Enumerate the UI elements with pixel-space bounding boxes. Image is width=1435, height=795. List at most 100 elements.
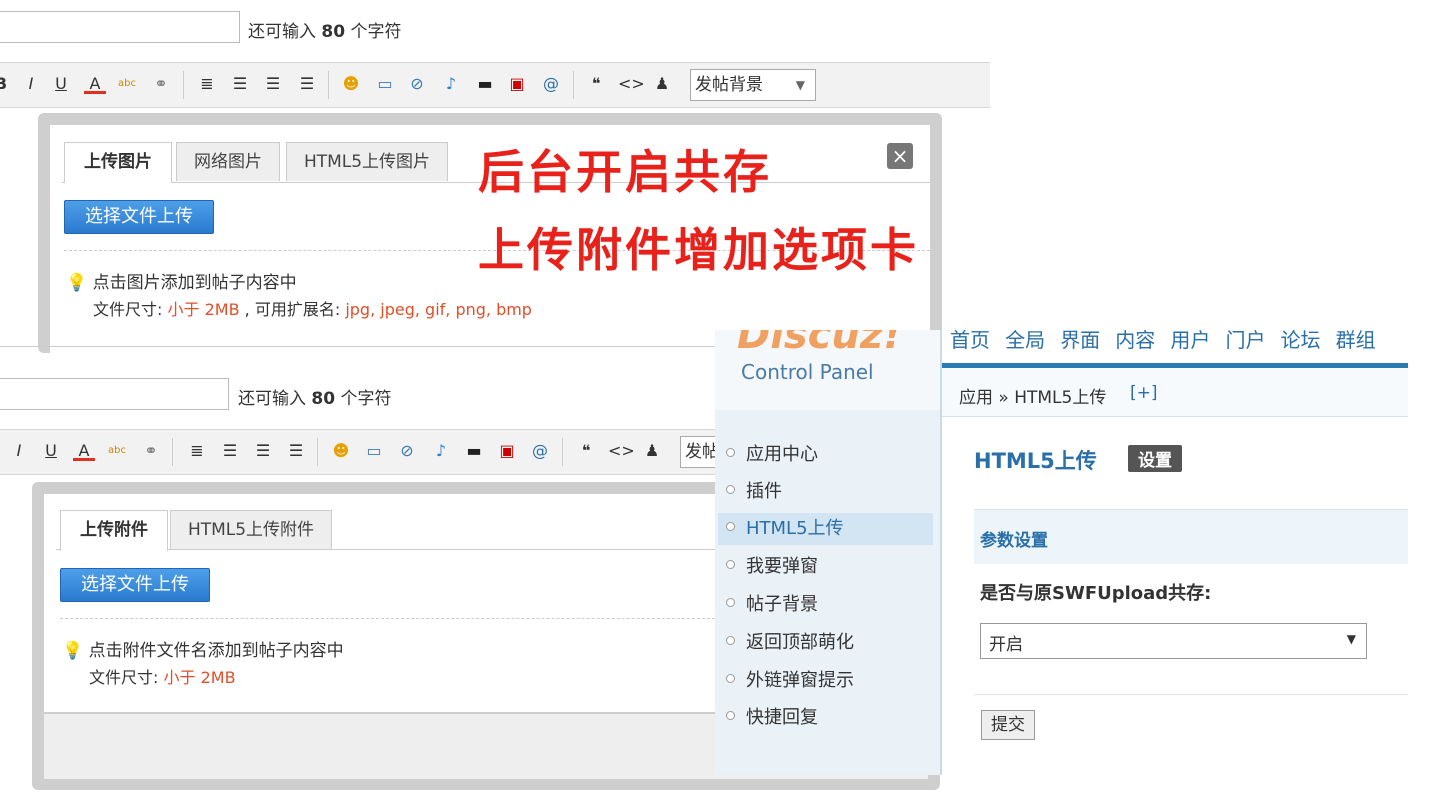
sidebar-item-html5-upload[interactable]: HTML5上传 [718,513,933,545]
music-icon[interactable]: ♪ [430,440,452,462]
control-panel-subtitle: Control Panel [741,360,874,384]
underline-button[interactable]: U [50,73,72,95]
breadcrumb: 应用 » HTML5上传 [+] [942,368,1408,417]
file-size-info: 文件尺寸: 小于 2MB , 可用扩展名: jpg, jpeg, gif, pn… [93,300,532,319]
submit-button[interactable]: 提交 [981,710,1035,740]
attach-icon[interactable]: ⊘ [396,440,418,462]
sidebar-item-quick-reply[interactable]: 快捷回复 [718,702,933,734]
lightbulb-icon: 💡 [66,273,88,293]
spell-icon[interactable]: abc [106,440,128,462]
nav-portal[interactable]: 门户 [1225,330,1265,352]
smiley-icon[interactable]: ☻ [330,440,352,462]
section-header: 参数设置 [974,509,1408,564]
align-justify-icon[interactable]: ≣ [196,73,218,95]
italic-button[interactable]: I [20,73,42,95]
align-right-icon[interactable]: ☰ [285,440,307,462]
tab-html5-upload-image[interactable]: HTML5上传图片 [286,142,448,181]
align-left-icon[interactable]: ☰ [229,73,251,95]
tab-html5-upload-attachment[interactable]: HTML5上传附件 [170,510,332,549]
video-icon[interactable]: ▬ [463,440,485,462]
nav-groups[interactable]: 群组 [1336,330,1376,352]
video-icon[interactable]: ▬ [474,73,496,95]
at-icon[interactable]: @ [529,440,551,462]
section-divider [0,346,715,347]
nav-users[interactable]: 用户 [1170,330,1210,352]
flash-icon[interactable]: ▣ [496,440,518,462]
nav-interface[interactable]: 界面 [1060,330,1100,352]
qq-icon[interactable]: ♟ [641,440,663,462]
sidebar-item-external-link-popup[interactable]: 外链弹窗提示 [718,665,933,697]
sidebar-item-back-to-top[interactable]: 返回顶部萌化 [718,627,933,659]
nav-content[interactable]: 内容 [1115,330,1155,352]
music-icon[interactable]: ♪ [440,73,462,95]
discuz-logo: Discuz! [737,330,902,358]
field-label: 是否与原SWFUpload共存: [980,583,1212,604]
smiley-icon[interactable]: ☻ [340,73,362,95]
align-center-icon[interactable]: ☰ [252,440,274,462]
spell-icon[interactable]: abc [116,73,138,95]
font-color-button[interactable]: A [73,440,95,461]
subject-input[interactable] [0,11,240,43]
underline-button[interactable]: U [40,440,62,462]
sidebar-item-plugins[interactable]: 插件 [718,476,933,508]
at-icon[interactable]: @ [540,73,562,95]
qq-icon[interactable]: ♟ [651,73,673,95]
page-title: HTML5上传 [974,449,1097,473]
toolbar-separator [573,71,574,99]
code-icon[interactable]: <> [618,73,645,95]
coexist-select[interactable]: 开启 ▼ [980,623,1367,659]
tab-upload-image[interactable]: 上传图片 [64,142,172,183]
select-file-upload-button[interactable]: 选择文件上传 [60,568,210,602]
char-count-hint: 还可输入 80 个字符 [248,22,402,42]
bullet-icon [726,560,735,569]
bold-button[interactable]: B [0,73,12,95]
quote-icon[interactable]: ❝ [575,440,597,462]
link-icon[interactable]: ⚭ [140,440,162,462]
chevron-down-icon: ▼ [1346,632,1356,646]
subject-input[interactable] [0,378,229,410]
align-center-icon[interactable]: ☰ [262,73,284,95]
sidebar-item-popup[interactable]: 我要弹窗 [718,551,933,583]
link-icon[interactable]: ⚭ [150,73,172,95]
tab-web-image[interactable]: 网络图片 [176,142,280,181]
nav-home[interactable]: 首页 [950,330,990,352]
image-icon[interactable]: ▭ [363,440,385,462]
toolbar-separator [562,438,563,466]
upload-tip: 💡 点击附件文件名添加到帖子内容中 [62,641,344,661]
image-icon[interactable]: ▭ [374,73,396,95]
breadcrumb-add-link[interactable]: [+] [1130,383,1158,403]
bullet-icon [726,448,735,457]
nav-global[interactable]: 全局 [1005,330,1045,352]
bullet-icon [726,711,735,720]
bullet-icon [726,598,735,607]
editor-toolbar: B I U A abc ⚭ ≣ ☰ ☰ ☰ ☻ ▭ ⊘ ♪ ▬ ▣ @ ❝ <>… [0,62,990,108]
bullet-icon [726,522,735,531]
flash-icon[interactable]: ▣ [506,73,528,95]
sidebar-item-app-center[interactable]: 应用中心 [718,439,933,471]
align-right-icon[interactable]: ☰ [296,73,318,95]
upload-tip: 💡 点击图片添加到帖子内容中 [66,273,297,293]
post-background-select[interactable]: 发帖背景 ▼ [690,69,816,101]
attach-icon[interactable]: ⊘ [406,73,428,95]
bullet-icon [726,485,735,494]
annotation-line1: 后台开启共存 [478,145,772,199]
divider [974,694,1408,695]
settings-badge[interactable]: 设置 [1128,445,1182,472]
tab-upload-attachment[interactable]: 上传附件 [60,510,168,551]
close-icon[interactable]: × [887,143,913,169]
font-color-button[interactable]: A [84,73,106,94]
admin-top-nav: 首页 全局 界面 内容 用户 门户 论坛 群组 [942,330,1408,366]
quote-icon[interactable]: ❝ [585,73,607,95]
bullet-icon [726,674,735,683]
nav-forum[interactable]: 论坛 [1281,330,1321,352]
admin-logo-area: Discuz! Control Panel [715,330,941,410]
italic-button[interactable]: I [8,440,30,462]
select-file-upload-button[interactable]: 选择文件上传 [64,200,214,234]
align-left-icon[interactable]: ☰ [219,440,241,462]
sidebar-item-post-background[interactable]: 帖子背景 [718,589,933,621]
toolbar-separator [172,438,173,466]
code-icon[interactable]: <> [608,440,635,462]
align-justify-icon[interactable]: ≣ [186,440,208,462]
file-size-info: 文件尺寸: 小于 2MB [89,668,236,687]
lightbulb-icon: 💡 [62,641,84,661]
